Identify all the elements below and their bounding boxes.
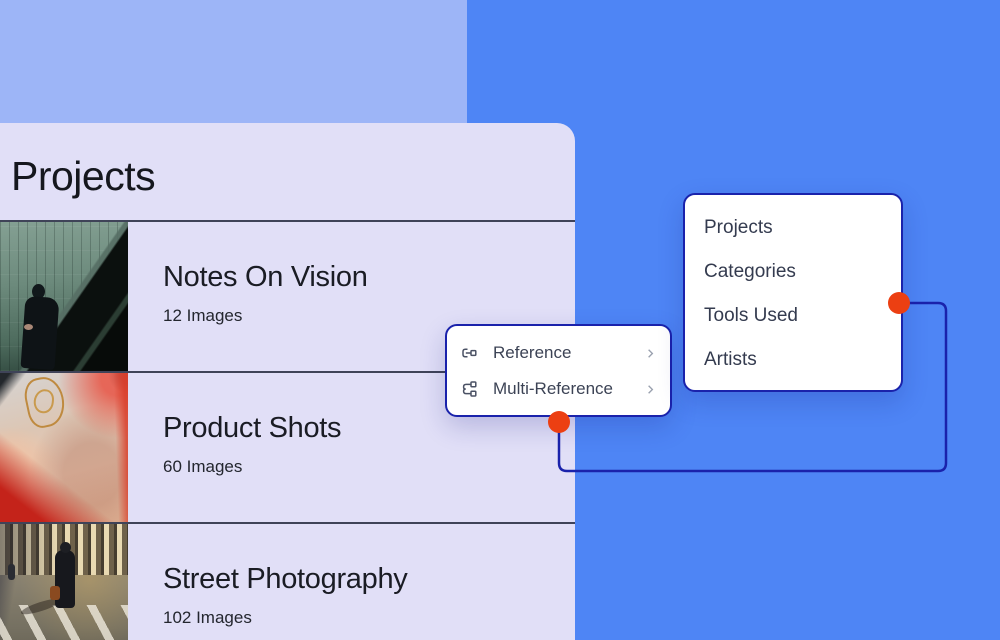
menu-item-multi-reference[interactable]: Multi-Reference — [459, 371, 658, 407]
page: Projects Notes On Vision 12 Images — [0, 0, 1000, 640]
project-thumbnail-escalator — [0, 222, 128, 371]
menu-item-artists[interactable]: Artists — [685, 338, 901, 382]
thumb-art-red-clothing — [0, 373, 128, 522]
project-image-count: 12 Images — [163, 306, 368, 326]
thumb-art-crosswalk — [0, 605, 128, 640]
menu-item-categories[interactable]: Categories — [685, 250, 901, 294]
project-image-count: 102 Images — [163, 608, 408, 628]
project-thumbnail-street — [0, 524, 128, 640]
background-accent-block — [0, 0, 467, 123]
project-row-street-photography[interactable]: Street Photography 102 Images — [0, 524, 575, 640]
project-row-info: Product Shots 60 Images — [128, 373, 341, 522]
connector-dot-menu — [888, 292, 910, 314]
menu-item-label: Projects — [704, 217, 773, 239]
project-image-count: 60 Images — [163, 457, 341, 477]
thumb-art-escalator — [0, 222, 128, 371]
thumb-art-pedestrian-head — [60, 542, 71, 553]
project-row-info: Notes On Vision 12 Images — [128, 222, 368, 371]
page-title: Projects — [0, 123, 575, 200]
menu-item-reference[interactable]: Reference — [459, 335, 658, 371]
menu-item-label: Categories — [704, 261, 796, 283]
chevron-right-icon — [643, 346, 658, 361]
menu-item-label: Artists — [704, 349, 757, 371]
thumb-art-bag — [50, 586, 60, 600]
connector-dot-submenu — [548, 411, 570, 433]
menu-item-label: Multi-Reference — [493, 379, 613, 399]
multi-reference-icon — [459, 379, 479, 399]
menu-item-tools-used[interactable]: Tools Used — [685, 294, 901, 338]
panel-header: Projects — [0, 123, 575, 222]
project-title: Street Photography — [163, 564, 408, 596]
reference-submenu: Reference Multi-Reference — [445, 324, 672, 417]
menu-item-label: Tools Used — [704, 305, 798, 327]
categories-menu: Projects Categories Tools Used Artists — [683, 193, 903, 392]
menu-item-label: Reference — [493, 343, 571, 363]
project-row-info: Street Photography 102 Images — [128, 524, 408, 640]
project-title: Notes On Vision — [163, 262, 368, 294]
thumb-art-earring-loop — [33, 388, 55, 414]
thumb-art-figure-body — [21, 296, 60, 370]
chevron-right-icon — [643, 382, 658, 397]
project-title: Product Shots — [163, 413, 341, 445]
thumb-art-distant-figure — [8, 564, 15, 580]
thumb-art-figure-hand — [24, 324, 33, 330]
reference-icon — [459, 343, 479, 363]
project-thumbnail-portrait — [0, 373, 128, 522]
menu-item-projects[interactable]: Projects — [685, 206, 901, 250]
